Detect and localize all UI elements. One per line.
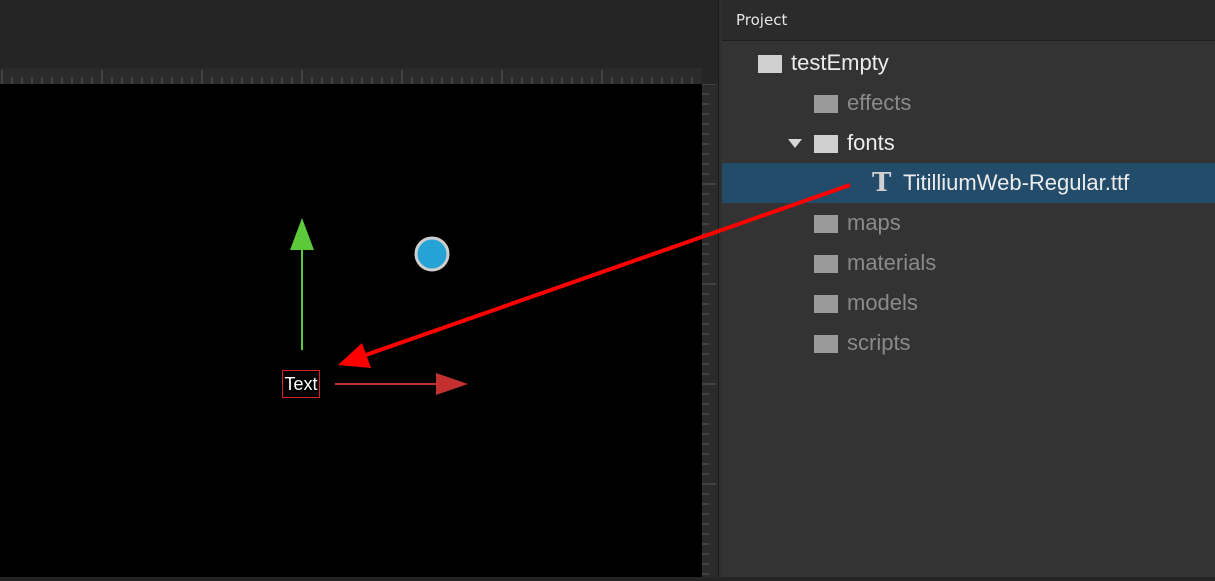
project-panel-title: Project: [722, 0, 1215, 41]
scene-editor: Text: [0, 0, 720, 577]
vertical-ruler: [702, 83, 718, 577]
light-gizmo-icon[interactable]: [414, 236, 450, 272]
tree-item-label: materials: [847, 250, 937, 275]
tree-item-label: scripts: [847, 330, 911, 355]
vertical-ruler-ticks: [702, 83, 716, 575]
tree-item-label: effects: [847, 90, 912, 115]
text-entity[interactable]: Text: [282, 370, 320, 398]
tree-item-label: maps: [847, 210, 901, 235]
tree-item-materials[interactable]: materials: [722, 243, 1215, 283]
tree-item-label: TitilliumWeb-Regular.ttf: [903, 170, 1130, 195]
tree-item-testempty[interactable]: testEmpty: [722, 43, 1215, 83]
editor-toolbar: [0, 0, 720, 68]
transform-gizmo[interactable]: [0, 84, 702, 577]
horizontal-ruler-ticks: [1, 70, 693, 84]
folder-icon: [758, 55, 782, 73]
folder-icon: [814, 215, 838, 233]
folder-icon: [814, 255, 838, 273]
folder-icon: [814, 135, 838, 153]
chevron-down-icon[interactable]: [788, 139, 802, 148]
tree-item-label: fonts: [847, 130, 895, 155]
tree-item-effects[interactable]: effects: [722, 83, 1215, 123]
font-file-icon: T: [872, 168, 892, 198]
gizmo-y-arrowhead[interactable]: [290, 218, 314, 250]
tree-item-models[interactable]: models: [722, 283, 1215, 323]
folder-icon: [814, 95, 838, 113]
folder-icon: [814, 335, 838, 353]
tree-item-scripts[interactable]: scripts: [722, 323, 1215, 363]
tree-item-titilliumweb-regular[interactable]: T TitilliumWeb-Regular.ttf: [722, 163, 1215, 203]
gizmo-x-arrowhead[interactable]: [436, 373, 468, 395]
folder-icon: [814, 295, 838, 313]
tree-item-maps[interactable]: maps: [722, 203, 1215, 243]
tree-item-label: models: [847, 290, 918, 315]
tree-item-label: testEmpty: [791, 50, 889, 75]
project-panel: Project testEmpty effects fonts T Titill…: [722, 0, 1215, 577]
horizontal-ruler: [0, 68, 702, 84]
scene-viewport[interactable]: Text: [0, 84, 702, 577]
tree-item-fonts[interactable]: fonts: [722, 123, 1215, 163]
